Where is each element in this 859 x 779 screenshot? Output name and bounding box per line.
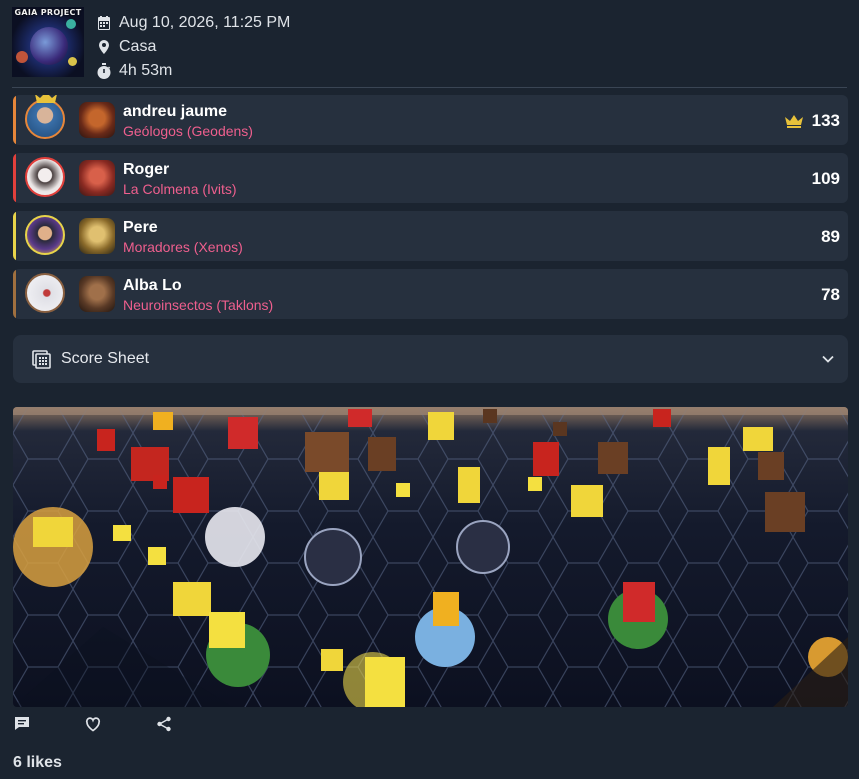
score-sheet-label: Score Sheet bbox=[61, 350, 150, 367]
chevron-down-icon bbox=[822, 355, 834, 363]
player-faction: La Colmena (Ivits) bbox=[123, 181, 237, 197]
session-duration-row: 4h 53m bbox=[96, 59, 290, 83]
comment-icon[interactable] bbox=[13, 715, 31, 733]
player-avatar[interactable] bbox=[25, 99, 65, 139]
player-color-bar bbox=[13, 95, 16, 145]
stopwatch-icon bbox=[97, 63, 111, 79]
session-location-row: Casa bbox=[96, 35, 290, 59]
calculator-icon bbox=[32, 350, 51, 369]
session-datetime: Aug 10, 2026, 11:25 PM bbox=[119, 14, 291, 31]
game-header: GAIA PROJECT Aug 10, 2026, 11:25 PM Casa… bbox=[12, 7, 847, 79]
heart-icon[interactable] bbox=[84, 715, 102, 733]
session-meta: Aug 10, 2026, 11:25 PM Casa 4h 53m bbox=[96, 11, 290, 83]
session-date-row: Aug 10, 2026, 11:25 PM bbox=[96, 11, 290, 35]
player-score: 109 bbox=[811, 169, 840, 188]
winner-crown-icon bbox=[35, 95, 57, 103]
faction-icon bbox=[79, 102, 115, 138]
player-name[interactable]: Roger bbox=[123, 161, 169, 179]
game-photo[interactable] bbox=[13, 407, 848, 707]
player-row[interactable]: Alba Lo Neuroinsectos (Taklons) 78 bbox=[13, 269, 848, 319]
faction-icon bbox=[79, 218, 115, 254]
game-cover-image[interactable]: GAIA PROJECT bbox=[12, 7, 84, 77]
player-score: 133 bbox=[811, 111, 840, 130]
player-avatar[interactable] bbox=[25, 157, 65, 197]
crown-icon bbox=[785, 115, 803, 128]
player-faction: Neuroinsectos (Taklons) bbox=[123, 297, 274, 313]
map-pin-icon bbox=[99, 40, 109, 54]
faction-icon bbox=[79, 276, 115, 312]
player-color-bar bbox=[13, 269, 16, 319]
player-row[interactable]: Roger La Colmena (Ivits) 109 bbox=[13, 153, 848, 203]
player-score: 89 bbox=[821, 227, 840, 246]
player-color-bar bbox=[13, 211, 16, 261]
player-row[interactable]: Pere Moradores (Xenos) 89 bbox=[13, 211, 848, 261]
player-name[interactable]: Alba Lo bbox=[123, 277, 182, 295]
player-faction: Geólogos (Geodens) bbox=[123, 123, 253, 139]
calendar-icon bbox=[98, 16, 110, 30]
player-faction: Moradores (Xenos) bbox=[123, 239, 243, 255]
game-cover-title: GAIA PROJECT bbox=[14, 8, 82, 17]
likes-count[interactable]: 6 likes bbox=[13, 754, 62, 772]
header-divider bbox=[12, 87, 847, 88]
player-score: 78 bbox=[821, 285, 840, 304]
share-icon[interactable] bbox=[155, 715, 173, 733]
player-name[interactable]: Pere bbox=[123, 219, 158, 237]
player-avatar[interactable] bbox=[25, 215, 65, 255]
player-avatar[interactable] bbox=[25, 273, 65, 313]
player-color-bar bbox=[13, 153, 16, 203]
faction-icon bbox=[79, 160, 115, 196]
player-row[interactable]: andreu jaume Geólogos (Geodens) 133 bbox=[13, 95, 848, 145]
player-name[interactable]: andreu jaume bbox=[123, 103, 227, 121]
session-duration: 4h 53m bbox=[119, 62, 173, 79]
score-sheet-toggle[interactable]: Score Sheet bbox=[13, 335, 848, 383]
session-location: Casa bbox=[119, 38, 157, 55]
player-results-list: andreu jaume Geólogos (Geodens) 133 Roge… bbox=[13, 95, 848, 327]
